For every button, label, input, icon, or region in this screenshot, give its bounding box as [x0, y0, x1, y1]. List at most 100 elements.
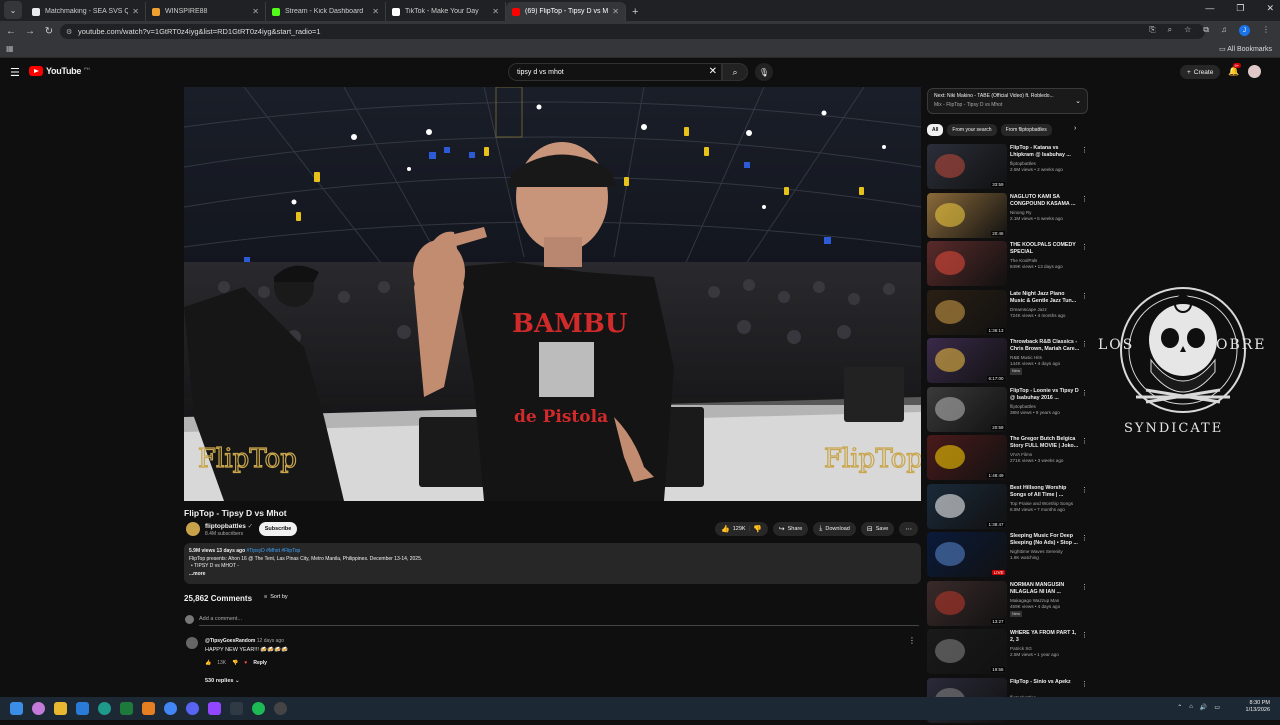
terminal-icon[interactable]: [230, 702, 243, 715]
all-bookmarks-button[interactable]: ▭ All Bookmarks: [1219, 45, 1272, 53]
tab-search-button[interactable]: ⌄: [4, 1, 22, 19]
download-button[interactable]: ⤓Download: [813, 522, 856, 536]
more-vert-icon[interactable]: ⋮: [1081, 146, 1088, 154]
close-tab-icon[interactable]: ✕: [132, 7, 139, 16]
video-thumbnail[interactable]: 19:55: [927, 629, 1007, 674]
clock[interactable]: 8:30 PM 1/13/2026: [1246, 700, 1270, 714]
back-icon[interactable]: ←: [3, 26, 19, 37]
new-tab-button[interactable]: +: [632, 6, 638, 18]
more-vert-icon[interactable]: ⋮: [1081, 340, 1088, 348]
video-thumbnail[interactable]: 1:36:13: [927, 290, 1007, 335]
video-thumbnail[interactable]: 13:27: [927, 581, 1007, 626]
more-vert-icon[interactable]: ⋮: [1081, 680, 1088, 688]
start-icon[interactable]: [10, 702, 23, 715]
video-thumbnail[interactable]: 20:46: [927, 193, 1007, 238]
recommendation-item[interactable]: 13:27NORMAN MANGUSIN NILAGLAG NI IAN ...…: [927, 580, 1092, 629]
maximize-icon[interactable]: ❐: [1236, 3, 1244, 14]
recommendation-item[interactable]: 1:38:47Best Hillsong Worship Songs of Al…: [927, 483, 1092, 532]
file-explorer-icon[interactable]: [54, 702, 67, 715]
reply-button[interactable]: Reply: [253, 660, 267, 666]
comment-like-icon[interactable]: 👍: [205, 660, 211, 666]
view-replies-button[interactable]: 530 replies ⌄: [205, 678, 240, 684]
edge-icon[interactable]: [98, 702, 111, 715]
minimize-icon[interactable]: —: [1205, 3, 1214, 14]
browser-tab-active[interactable]: (69) FlipTop - Tipsy D vs M✕: [506, 2, 626, 21]
channel-name[interactable]: fliptopbattles ✓: [205, 522, 253, 530]
recommendation-item[interactable]: 6:17:00Throwback R&B Classics - Chris Br…: [927, 337, 1092, 386]
bookmark-star-icon[interactable]: ☆: [1184, 25, 1191, 36]
more-vert-icon[interactable]: ⋮: [1081, 583, 1088, 591]
voice-search-button[interactable]: 🎙: [755, 63, 773, 81]
video-thumbnail[interactable]: 20:59: [927, 387, 1007, 432]
install-icon[interactable]: ⎘: [1149, 25, 1155, 36]
next-in-mix[interactable]: Next: Niki Makino - TABE (Official Video…: [927, 88, 1088, 114]
close-window-icon[interactable]: ✕: [1266, 3, 1274, 14]
youtube-logo[interactable]: YouTube PH: [29, 66, 90, 76]
sort-by-button[interactable]: ≡Sort by: [264, 594, 288, 600]
browser-menu-icon[interactable]: ⋮: [1262, 25, 1270, 36]
profile-avatar[interactable]: J: [1239, 25, 1250, 36]
video-thumbnail[interactable]: LIVE: [927, 532, 1007, 577]
forward-icon[interactable]: →: [22, 26, 38, 37]
save-button[interactable]: ⊟Save: [861, 522, 894, 536]
clear-search-icon[interactable]: ✕: [709, 66, 717, 77]
more-vert-icon[interactable]: ⋮: [1081, 195, 1088, 203]
close-tab-icon[interactable]: ✕: [492, 7, 499, 16]
user-avatar[interactable]: [1248, 65, 1261, 78]
more-vert-icon[interactable]: ⋮: [1081, 389, 1088, 397]
video-thumbnail[interactable]: 1:38:47: [927, 484, 1007, 529]
more-vert-icon[interactable]: ⋮: [1081, 631, 1088, 639]
like-button[interactable]: 👍129K|👎: [715, 522, 768, 536]
network-icon[interactable]: ⌂: [1189, 704, 1193, 711]
comment-dislike-icon[interactable]: 👎: [232, 660, 238, 666]
comment-menu-icon[interactable]: ⋮: [908, 636, 916, 645]
chrome-icon[interactable]: [164, 702, 177, 715]
notifications-button[interactable]: 🔔9+: [1228, 66, 1239, 77]
close-tab-icon[interactable]: ✕: [372, 7, 379, 16]
chip-all[interactable]: All: [927, 124, 943, 136]
app-icon[interactable]: [142, 702, 155, 715]
recommendation-item[interactable]: 1:36:13Late Night Jazz Piano Music & Gen…: [927, 289, 1092, 338]
volume-icon[interactable]: 🔊: [1200, 704, 1207, 711]
more-vert-icon[interactable]: ⋮: [1081, 437, 1088, 445]
channel-avatar[interactable]: [186, 522, 200, 536]
extensions-icon[interactable]: ⧉: [1203, 25, 1209, 36]
recommendation-item[interactable]: 33:59FlipTop - Katana vs Lhipkram @ Isab…: [927, 143, 1092, 192]
close-tab-icon[interactable]: ✕: [612, 7, 619, 16]
thumbs-down-icon[interactable]: 👎: [753, 525, 762, 533]
search-input[interactable]: tipsy d vs mhot ✕: [508, 63, 722, 81]
chevron-down-icon[interactable]: ⌄: [1075, 97, 1081, 105]
browser-tab-2[interactable]: Stream - Kick Dashboard✕: [266, 2, 386, 21]
browser-tab-1[interactable]: WINSPIRE88✕: [146, 2, 266, 21]
recommendation-item[interactable]: 20:46NAGLUTO KAMI SA CONGPOUND KASAMA ..…: [927, 192, 1092, 241]
close-tab-icon[interactable]: ✕: [252, 7, 259, 16]
chevron-right-icon[interactable]: ›: [1074, 125, 1076, 132]
commenter-avatar[interactable]: [186, 637, 198, 649]
video-thumbnail[interactable]: 6:17:00: [927, 338, 1007, 383]
hashtags[interactable]: #TipsyD #Mhot #FlipTop: [247, 548, 301, 554]
discord-icon[interactable]: [186, 702, 199, 715]
app-icon[interactable]: [208, 702, 221, 715]
recommendation-item[interactable]: 20:59FlipTop - Loonie vs Tipsy D @ Isabu…: [927, 386, 1092, 435]
add-comment-input[interactable]: Add a comment...: [199, 616, 919, 626]
description-box[interactable]: 5.9M views 13 days ago #TipsyD #Mhot #Fl…: [184, 543, 921, 584]
xbox-icon[interactable]: [120, 702, 133, 715]
video-thumbnail[interactable]: [927, 241, 1007, 286]
recommendation-item[interactable]: 19:55WHERE YA FROM PART 1, 2, 3Patrick S…: [927, 628, 1092, 677]
site-info-icon[interactable]: ⚙: [66, 28, 72, 36]
more-vert-icon[interactable]: ⋮: [1081, 534, 1088, 542]
menu-icon[interactable]: ☰: [10, 66, 20, 79]
url-field[interactable]: ⚙ youtube.com/watch?v=1GtRT0z4iyg&list=R…: [60, 24, 1205, 39]
create-button[interactable]: +Create: [1180, 65, 1220, 79]
comment-author[interactable]: @TipsyGoesRandom 12 days ago: [205, 638, 284, 644]
more-vert-icon[interactable]: ⋮: [1081, 243, 1088, 251]
spotify-icon[interactable]: [252, 702, 265, 715]
store-icon[interactable]: [76, 702, 89, 715]
more-vert-icon[interactable]: ⋮: [1081, 292, 1088, 300]
zoom-icon[interactable]: ⌕: [1168, 25, 1172, 36]
search-button[interactable]: ⌕: [722, 63, 748, 81]
browser-tab-3[interactable]: TikTok - Make Your Day✕: [386, 2, 506, 21]
chip-from-channel[interactable]: From fliptopbattles: [1001, 124, 1052, 136]
recommendation-item[interactable]: LIVESleeping Music For Deep Sleeping (No…: [927, 531, 1092, 580]
subscribe-button[interactable]: Subscribe: [259, 522, 297, 536]
